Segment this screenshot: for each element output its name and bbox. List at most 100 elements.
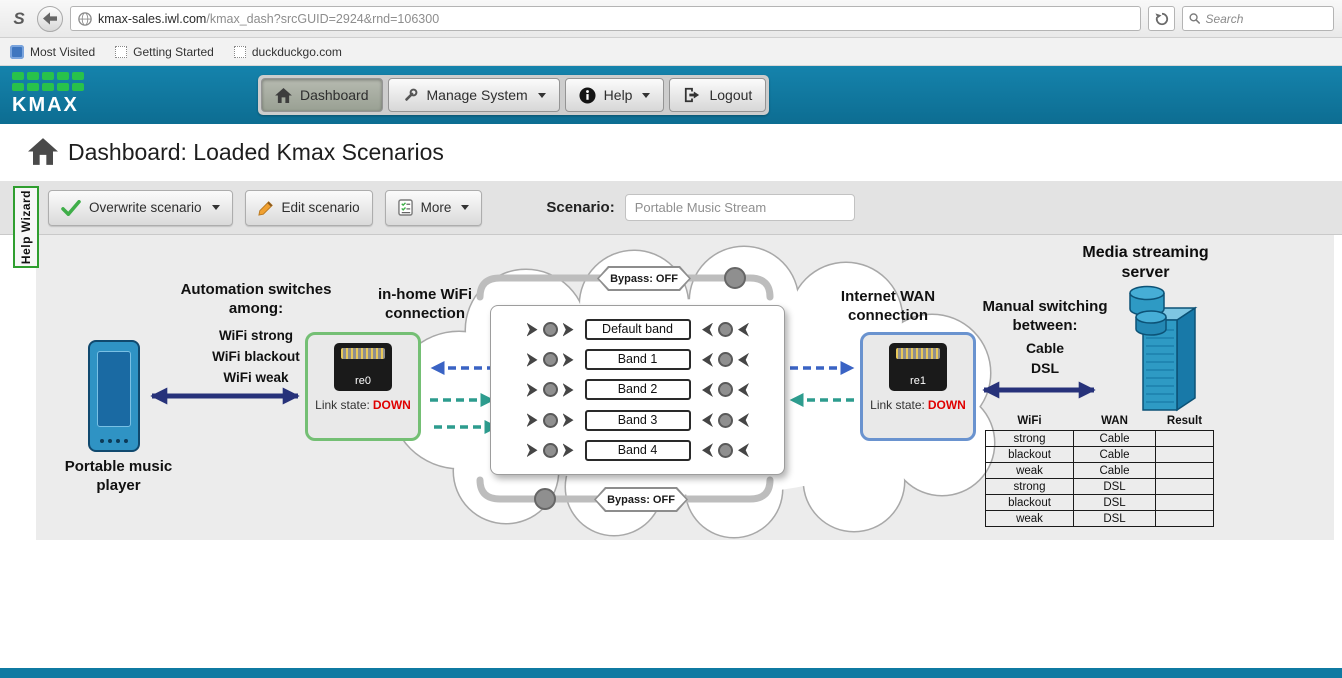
wrench-icon [404,88,417,101]
table-header: Result [1166,415,1203,427]
bookmark-getting-started[interactable]: Getting Started [115,45,214,59]
chevron-right-icon [562,413,574,428]
nav-logout-button[interactable]: Logout [669,78,767,112]
link-state-value: DOWN [927,398,966,412]
table-cell: Cable [1073,462,1156,479]
home-icon [28,138,58,165]
table-row: weak Cable [985,462,1214,479]
url-bar[interactable]: kmax-sales.iwl.com/kmax_dash?srcGUID=292… [70,6,1141,31]
bookmark-label: duckduckgo.com [251,44,342,59]
band-2[interactable]: Band 2 [584,379,691,401]
band-4[interactable]: Band 4 [584,439,691,461]
help-wizard-tab[interactable]: Help Wizard [13,186,39,268]
band-1[interactable]: Band 1 [584,349,691,371]
table-row: weak DSL [985,510,1214,527]
table-cell [1155,446,1214,463]
chevron-left-icon [738,443,749,457]
checklist-icon [397,199,413,216]
info-icon [579,86,596,104]
bookmark-label: Most Visited [30,44,96,59]
table-cell [1155,494,1214,511]
more-button[interactable]: More [384,189,483,226]
manual-title: Manual switching between: [982,298,1108,334]
edit-scenario-button[interactable]: Edit scenario [244,189,373,226]
wan-connection-label: Internet WAN connection [840,288,936,324]
bypass-bottom-toggle[interactable]: Bypass: OFF [594,487,688,512]
chevron-right-icon [526,413,538,428]
reload-button[interactable] [1148,6,1175,31]
back-arrow-icon [43,12,57,25]
button-label: More [420,200,452,215]
scenario-diagram: Portable music player Automation switche… [36,235,1334,540]
search-box[interactable] [1182,6,1334,31]
nav-dashboard-button[interactable]: Dashboard [261,78,383,112]
logout-icon [685,87,700,103]
chevron-right-icon [526,443,538,458]
connector-node[interactable] [717,322,733,338]
overwrite-scenario-button[interactable]: Overwrite scenario [48,189,233,226]
chevron-left-icon [702,383,713,397]
main-nav: Dashboard Manage System Help Logout [258,75,770,115]
band-row: Band 2 [499,379,776,401]
bypass-top-toggle[interactable]: Bypass: OFF [597,266,691,291]
re0-port-box[interactable]: re0 Link state: DOWN [305,332,421,441]
button-label: Overwrite scenario [89,200,202,215]
chevron-right-icon [526,382,538,397]
link-state-label: Link state: [315,398,370,412]
scenario-label: Scenario: [546,199,615,216]
chevron-left-icon [702,323,713,337]
footer-bar [0,668,1342,678]
band-panel: Default band Band 1 Band 2 Band 3 Band 4 [490,305,785,475]
bypass-node[interactable] [534,488,556,510]
back-button[interactable] [37,5,63,32]
re1-port-box[interactable]: re1 Link state: DOWN [860,332,976,441]
chevron-left-icon [702,413,713,427]
ethernet-jack-icon: re0 [334,343,392,391]
connector-node[interactable] [542,412,558,428]
band-3[interactable]: Band 3 [584,409,691,431]
connector-node[interactable] [542,382,558,398]
table-row: blackout Cable [985,446,1214,463]
table-cell: strong [985,430,1074,447]
server-icon [1129,285,1198,412]
search-input[interactable] [1205,11,1327,26]
port-name: re1 [910,375,926,387]
connector-node[interactable] [542,352,558,368]
chevron-down-icon [461,205,470,210]
table-cell [1155,462,1214,479]
chevron-right-icon [526,322,538,337]
table-cell: strong [985,478,1074,495]
connector-node[interactable] [542,442,558,458]
page-title: Dashboard: Loaded Kmax Scenarios [68,139,444,165]
table-cell: weak [985,510,1074,527]
scenario-name-input[interactable] [624,194,855,221]
bookmark-most-visited[interactable]: Most Visited [10,44,96,59]
band-default[interactable]: Default band [584,319,691,341]
connector-node[interactable] [717,352,733,368]
wifi-connection-label: in-home WiFi connection [377,286,473,322]
chevron-left-icon [738,383,749,397]
table-cell [1155,510,1214,527]
table-cell: blackout [985,494,1074,511]
table-cell: DSL [1073,510,1156,527]
connector-node[interactable] [717,412,733,428]
chevron-left-icon [738,323,749,337]
bypass-node[interactable] [724,267,746,289]
kmax-logo: KMAX [12,72,84,117]
nav-help-button[interactable]: Help [564,78,665,112]
bypass-label: Bypass: OFF [599,268,689,289]
nav-manage-system-button[interactable]: Manage System [387,78,560,112]
bookmark-duckduckgo[interactable]: duckduckgo.com [233,44,342,59]
table-cell: DSL [1073,494,1156,511]
connector-node[interactable] [717,442,733,458]
bookmarks-bar: Most Visited Getting Started duckduckgo.… [0,38,1342,66]
reload-icon [1154,12,1168,25]
app-header: KMAX Dashboard Manage System Help Logout [0,66,1342,124]
connector-node[interactable] [717,382,733,398]
connector-node[interactable] [542,322,558,338]
title-bar: Dashboard: Loaded Kmax Scenarios re0 re1 [0,124,1342,300]
manual-item: Cable [1025,340,1065,356]
manual-switching-note: Manual switching between: Cable DSL [965,297,1125,378]
nav-label: Manage System [426,87,528,103]
bookmark-label: Getting Started [133,44,214,59]
